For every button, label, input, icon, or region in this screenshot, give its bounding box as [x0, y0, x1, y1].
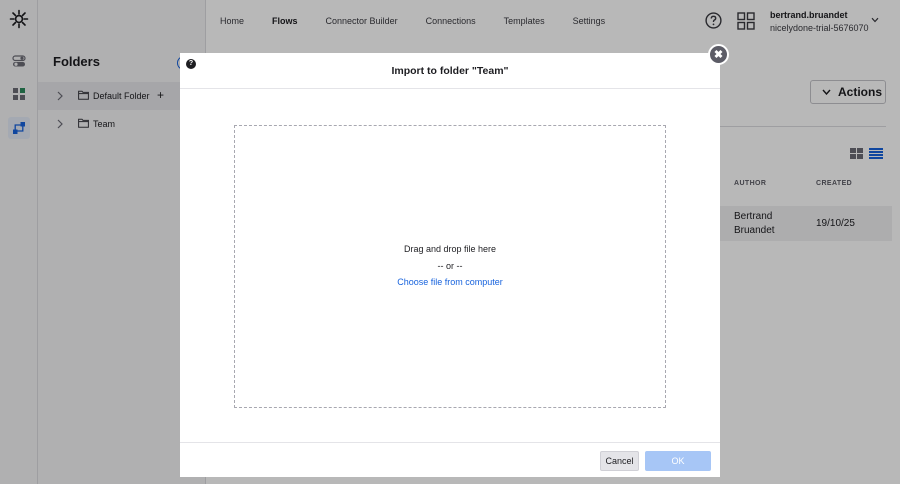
divider	[180, 88, 720, 89]
ok-button[interactable]: OK	[645, 451, 711, 471]
dropzone-separator: -- or --	[437, 261, 463, 271]
choose-file-link[interactable]: Choose file from computer	[180, 277, 720, 287]
cancel-button[interactable]: Cancel	[600, 451, 639, 471]
close-icon[interactable]: ✖	[708, 44, 729, 65]
import-dialog: ? Import to folder "Team" Drag and drop …	[180, 53, 720, 477]
dialog-title: Import to folder "Team"	[391, 65, 509, 77]
dropzone-text: Drag and drop file here	[403, 244, 497, 254]
divider	[180, 442, 720, 443]
